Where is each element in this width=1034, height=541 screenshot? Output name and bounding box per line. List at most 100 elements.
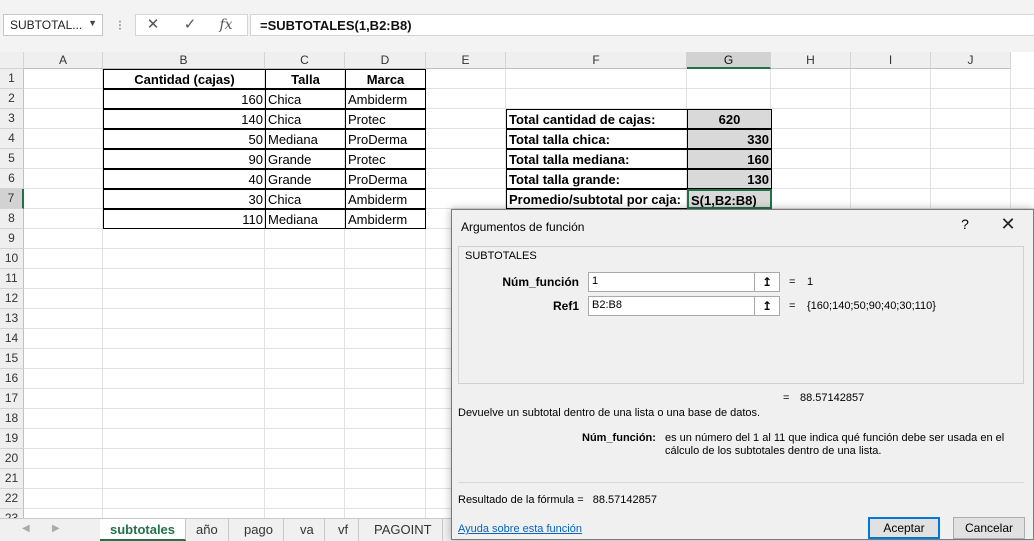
tab-pago[interactable]: pago	[234, 519, 284, 541]
more-options-icon[interactable]: ⁝	[113, 14, 127, 36]
cantidad-cell[interactable]: 90	[103, 149, 266, 169]
num-funcion-input[interactable]: 1	[588, 272, 755, 292]
insert-function-icon[interactable]: fx	[215, 14, 237, 36]
cancel-icon[interactable]: ✕	[143, 14, 163, 36]
column-header-d[interactable]: D	[345, 52, 426, 69]
tab-vf[interactable]: vf	[328, 519, 360, 541]
row-header-21[interactable]: 21	[0, 469, 24, 489]
row-header-12[interactable]: 12	[0, 289, 24, 309]
tab-ano[interactable]: año	[186, 519, 229, 541]
row-header-6[interactable]: 6	[0, 169, 24, 189]
cancel-button[interactable]: Cancelar	[953, 517, 1025, 539]
tab-prev-icon[interactable]: ◀	[22, 523, 30, 534]
column-header-j[interactable]: J	[931, 52, 1011, 69]
marca-cell[interactable]: ProDerma	[345, 169, 426, 189]
row-header-11[interactable]: 11	[0, 269, 24, 289]
row-header-3[interactable]: 3	[0, 109, 24, 129]
row-header-18[interactable]: 18	[0, 409, 24, 429]
talla-cell[interactable]: Chica	[265, 89, 346, 109]
result-equals: =	[783, 392, 790, 404]
summary-value[interactable]: 330	[687, 129, 772, 149]
collapse-dialog-icon[interactable]: ↥	[755, 272, 780, 292]
row-header-22[interactable]: 22	[0, 489, 24, 509]
marca-cell[interactable]: ProDerma	[345, 129, 426, 149]
talla-cell[interactable]: Chica	[265, 189, 346, 209]
summary-label[interactable]: Total cantidad de cajas:	[506, 109, 688, 129]
talla-cell[interactable]: Chica	[265, 109, 346, 129]
header-marca[interactable]: Marca	[345, 69, 426, 89]
column-header-f[interactable]: F	[506, 52, 687, 69]
summary-label[interactable]: Total talla grande:	[506, 169, 688, 189]
marca-cell[interactable]: Ambiderm	[345, 209, 426, 229]
arg-label-num-funcion: Núm_función	[502, 275, 579, 289]
talla-cell[interactable]: Mediana	[265, 129, 346, 149]
summary-label[interactable]: Promedio/subtotal por caja:	[506, 189, 688, 209]
tab-subtotales[interactable]: subtotales	[100, 519, 187, 541]
column-header-h[interactable]: H	[771, 52, 851, 69]
row-header-2[interactable]: 2	[0, 89, 24, 109]
dialog-title: Argumentos de función	[461, 220, 585, 234]
row-header-8[interactable]: 8	[0, 209, 24, 229]
name-box[interactable]: SUBTOTAL... ▼	[3, 14, 103, 36]
column-header-c[interactable]: C	[265, 52, 345, 69]
cantidad-cell[interactable]: 140	[103, 109, 266, 129]
cantidad-cell[interactable]: 160	[103, 89, 266, 109]
marca-cell[interactable]: Protec	[345, 149, 426, 169]
marca-cell[interactable]: Ambiderm	[345, 189, 426, 209]
tab-va[interactable]: va	[290, 519, 325, 541]
summary-value[interactable]: 620	[687, 109, 772, 129]
ok-button[interactable]: Aceptar	[868, 517, 940, 539]
header-talla[interactable]: Talla	[265, 69, 346, 89]
function-description: Devuelve un subtotal dentro de una lista…	[458, 407, 761, 419]
talla-cell[interactable]: Grande	[265, 169, 346, 189]
summary-label[interactable]: Total talla mediana:	[506, 149, 688, 169]
row-header-10[interactable]: 10	[0, 249, 24, 269]
arg-result-ref1: {160;140;50;90;40;30;110}	[807, 300, 936, 312]
row-header-5[interactable]: 5	[0, 149, 24, 169]
help-icon[interactable]: ?	[955, 216, 975, 232]
cantidad-cell[interactable]: 30	[103, 189, 266, 209]
row-header-1[interactable]: 1	[0, 69, 24, 89]
cantidad-cell[interactable]: 50	[103, 129, 266, 149]
formula-result-value: 88.57142857	[592, 494, 657, 506]
talla-cell[interactable]: Mediana	[265, 209, 346, 229]
row-header-17[interactable]: 17	[0, 389, 24, 409]
summary-value[interactable]: 130	[687, 169, 772, 189]
column-header-g[interactable]: G	[687, 52, 771, 69]
cantidad-cell[interactable]: 110	[103, 209, 266, 229]
collapse-dialog-icon[interactable]: ↥	[755, 296, 780, 316]
enter-icon[interactable]: ✓	[180, 14, 200, 36]
row-header-15[interactable]: 15	[0, 349, 24, 369]
summary-value[interactable]: 160	[687, 149, 772, 169]
tab-next-icon[interactable]: ▶	[52, 523, 60, 534]
active-cell[interactable]: S(1,B2:B8)	[687, 189, 772, 209]
column-header-i[interactable]: I	[851, 52, 931, 69]
formula-input[interactable]: =SUBTOTALES(1,B2:B8)	[250, 14, 1034, 36]
header-cantidad[interactable]: Cantidad (cajas)	[103, 69, 266, 89]
column-header-a[interactable]: A	[24, 52, 103, 69]
arg-description-text: es un número del 1 al 11 que indica qué …	[665, 432, 1005, 457]
marca-cell[interactable]: Ambiderm	[345, 89, 426, 109]
row-header-9[interactable]: 9	[0, 229, 24, 249]
row-header-14[interactable]: 14	[0, 329, 24, 349]
select-all-corner[interactable]	[0, 52, 24, 69]
summary-label[interactable]: Total talla chica:	[506, 129, 688, 149]
function-arguments-dialog: Argumentos de función ? ✕ SUBTOTALES Núm…	[451, 209, 1034, 540]
talla-cell[interactable]: Grande	[265, 149, 346, 169]
row-header-19[interactable]: 19	[0, 429, 24, 449]
chevron-down-icon[interactable]: ▼	[88, 18, 97, 28]
row-header-13[interactable]: 13	[0, 309, 24, 329]
column-header-b[interactable]: B	[103, 52, 265, 69]
column-header-e[interactable]: E	[426, 52, 506, 69]
cantidad-cell[interactable]: 40	[103, 169, 266, 189]
row-header-7[interactable]: 7	[0, 189, 24, 209]
row-header-20[interactable]: 20	[0, 449, 24, 469]
row-header-4[interactable]: 4	[0, 129, 24, 149]
ref1-input[interactable]: B2:B8	[588, 296, 755, 316]
close-icon[interactable]: ✕	[997, 214, 1019, 235]
help-link[interactable]: Ayuda sobre esta función	[458, 523, 582, 535]
arguments-group: SUBTOTALES Núm_función 1 ↥ = 1 Ref1 B2:B…	[458, 246, 1024, 384]
tab-pagoint[interactable]: PAGOINT	[364, 519, 443, 541]
marca-cell[interactable]: Protec	[345, 109, 426, 129]
row-header-16[interactable]: 16	[0, 369, 24, 389]
